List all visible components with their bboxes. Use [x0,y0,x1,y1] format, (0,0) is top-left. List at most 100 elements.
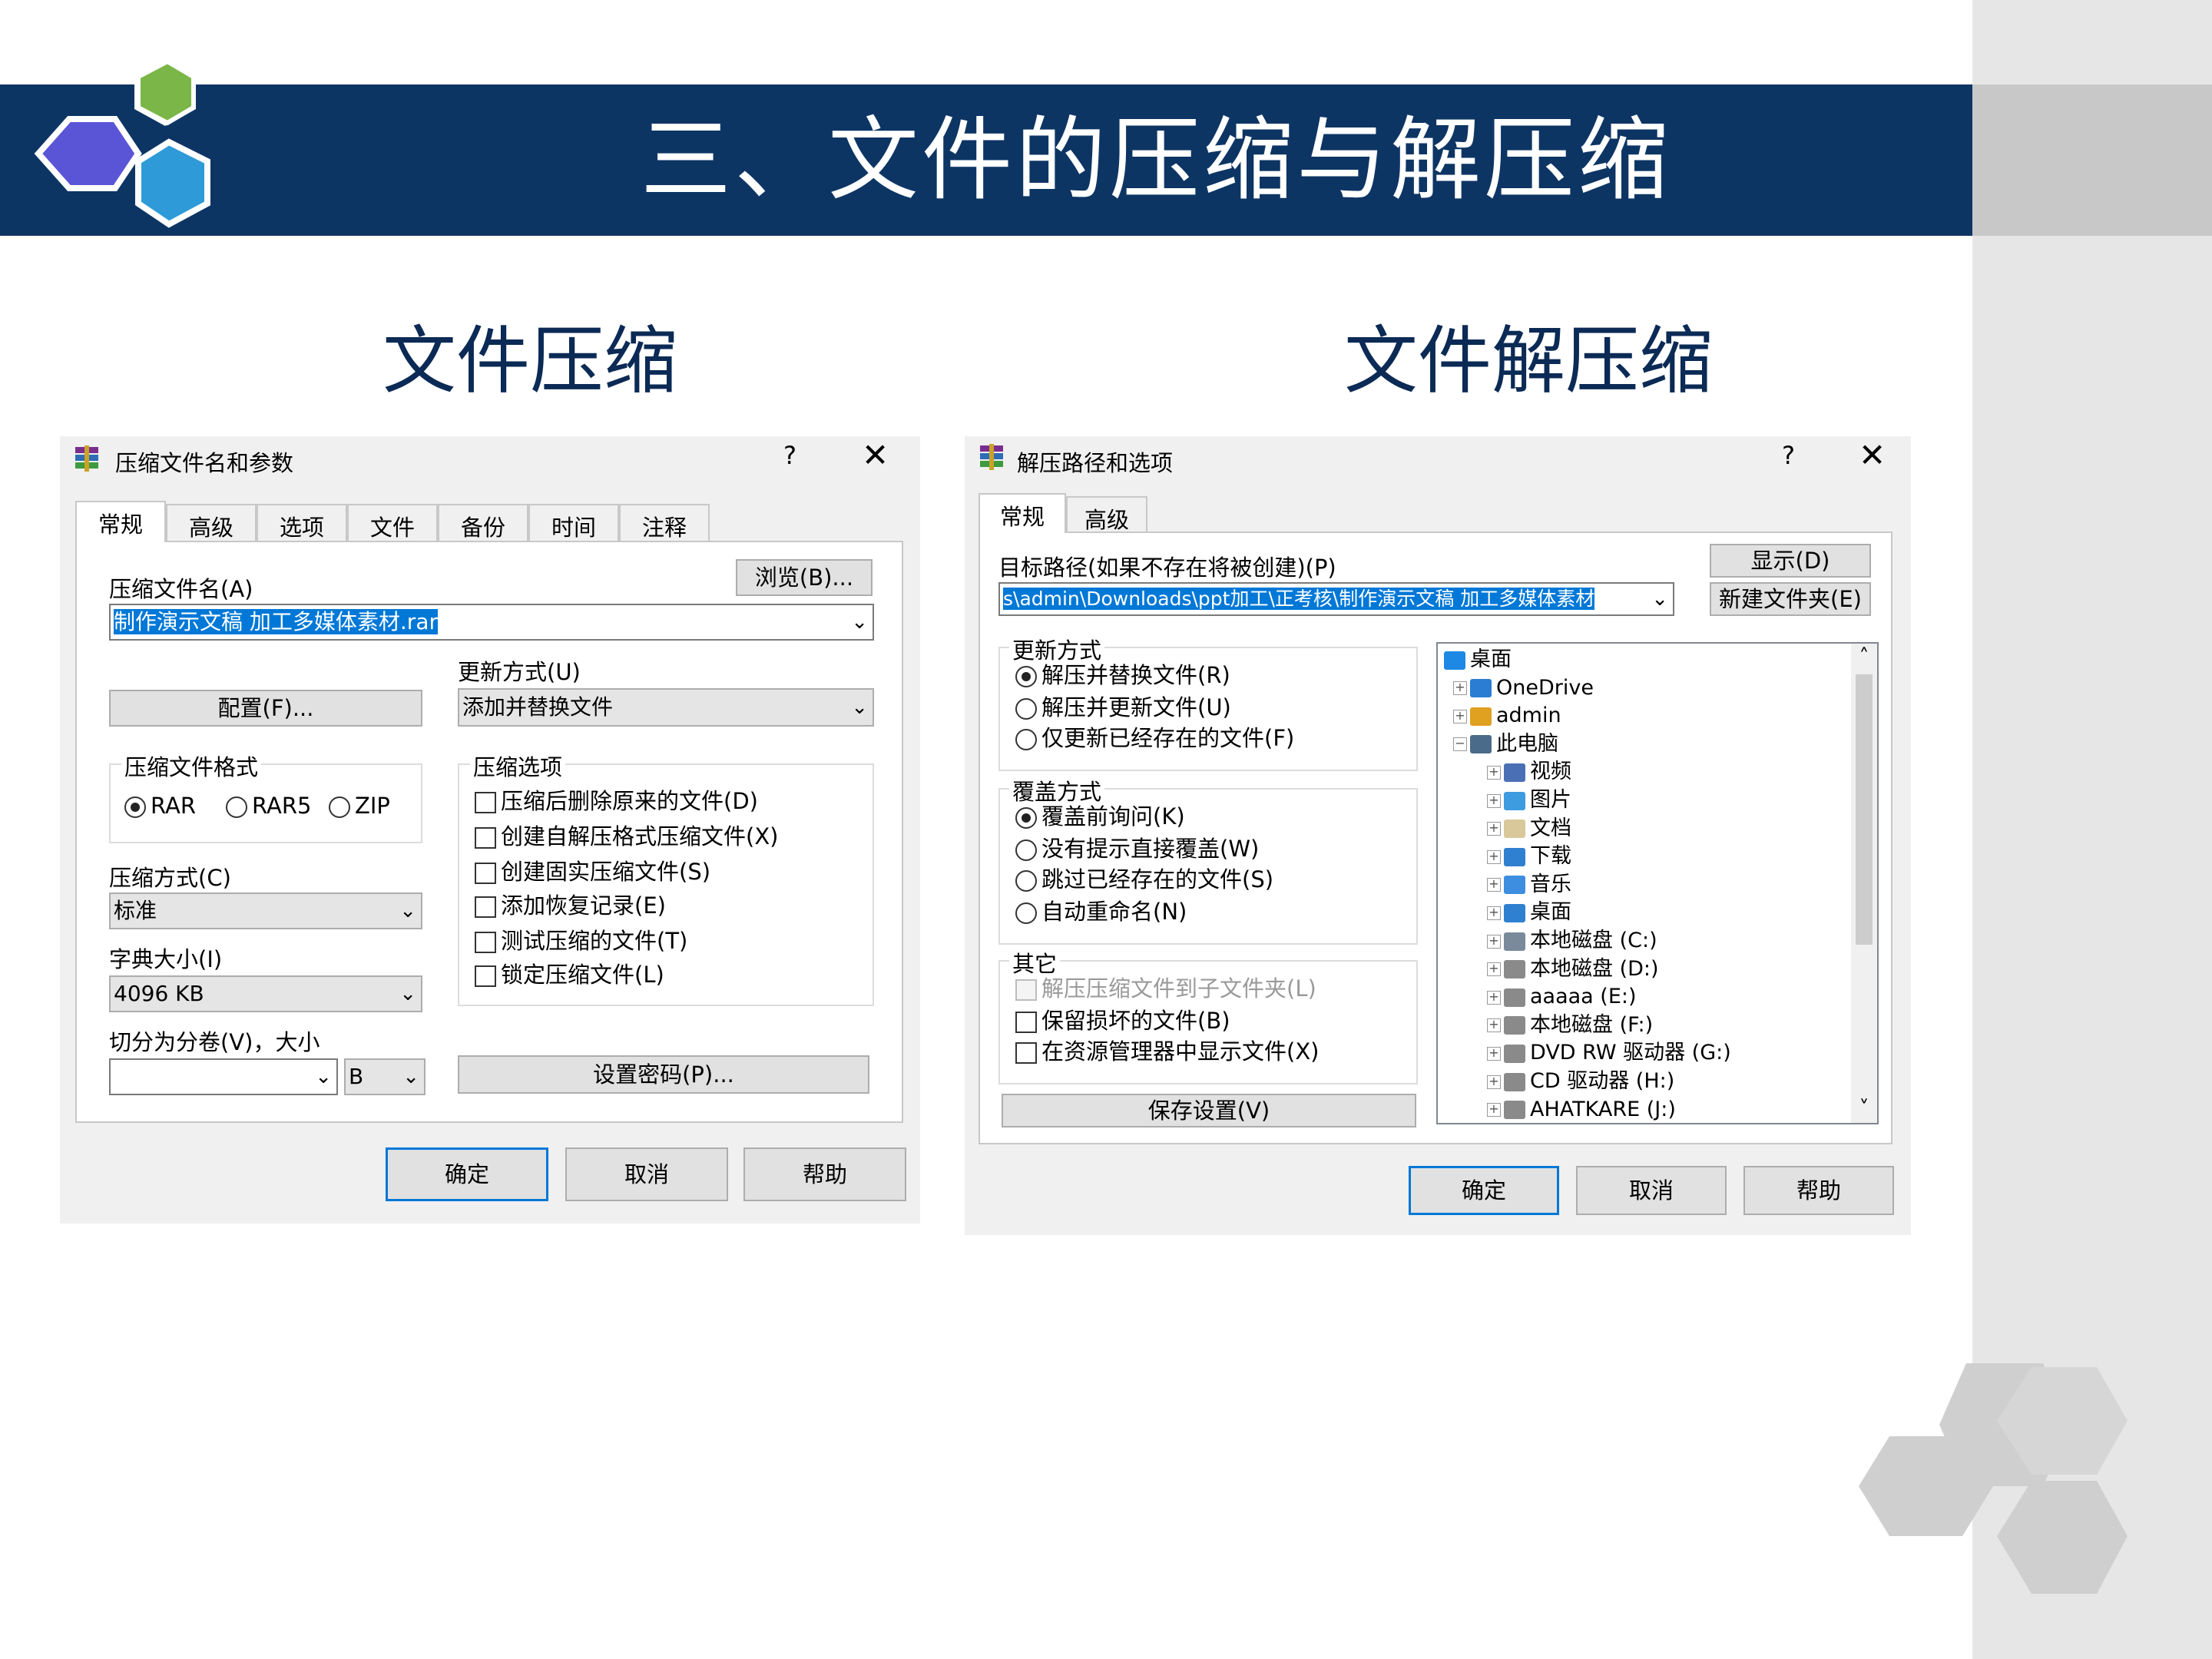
ok-button[interactable]: 确定 [386,1147,548,1201]
radio-icon [226,796,247,818]
expand-icon[interactable]: + [1453,709,1467,724]
scroll-down-icon[interactable]: ˅ [1851,1098,1877,1123]
tab-comment[interactable]: 注释 [619,504,710,542]
tree-node-label: OneDrive [1496,675,1594,700]
cancel-button[interactable]: 取消 [565,1147,728,1201]
tree-root-desktop[interactable]: 桌面 [1444,647,1512,673]
tab-backup[interactable]: 备份 [438,504,528,542]
tree-node[interactable]: + AHATKARE (J:) [1487,1097,1676,1123]
tree-node[interactable]: + 本地磁盘 (C:) [1487,928,1657,954]
show-button[interactable]: 显示(D) [1710,544,1871,578]
split-unit-select[interactable]: B ⌄ [344,1058,426,1095]
expand-icon[interactable]: + [1487,1018,1501,1033]
ok-button[interactable]: 确定 [1409,1166,1559,1215]
option-lock[interactable]: 锁定压缩文件(L) [475,962,664,988]
archive-name-combo[interactable]: 制作演示文稿 加工多媒体素材.rar ⌄ [109,604,874,641]
tree-node[interactable]: + 图片 [1487,787,1571,813]
compress-titlebar: 压缩文件名和参数 ? ✕ [60,436,920,481]
tree-node[interactable]: + 视频 [1487,759,1571,785]
expand-icon[interactable]: + [1487,822,1501,836]
overwrite-skip-radio[interactable]: 跳过已经存在的文件(S) [1015,866,1273,892]
update-fresh-radio[interactable]: 仅更新已经存在的文件(F) [1015,725,1294,751]
expand-icon[interactable]: + [1487,1103,1501,1118]
split-size-input[interactable]: ⌄ [109,1058,338,1095]
tree-node[interactable]: + 音乐 [1487,872,1571,898]
tree-node[interactable]: + CD 驱动器 (H:) [1487,1068,1674,1094]
tree-node[interactable]: − 此电脑 [1453,731,1558,757]
tree-node[interactable]: + 本地磁盘 (D:) [1487,956,1659,982]
overwrite-without-prompt-radio[interactable]: 没有提示直接覆盖(W) [1015,836,1259,862]
dest-path-combo[interactable]: s\admin\Downloads\ppt加工\正考核\制作演示文稿 加工多媒体… [998,582,1674,616]
option-label: 在资源管理器中显示文件(X) [1041,1038,1320,1065]
expand-icon[interactable]: + [1487,878,1501,892]
expand-icon[interactable]: + [1487,1046,1501,1061]
tree-node[interactable]: + DVD RW 驱动器 (G:) [1487,1040,1731,1066]
method-select[interactable]: 标准 ⌄ [109,892,422,929]
update-update-radio[interactable]: 解压并更新文件(U) [1015,694,1231,720]
desktop-icon [1444,651,1465,670]
help-button[interactable]: 帮助 [1743,1166,1894,1215]
expand-icon[interactable]: + [1453,681,1467,696]
tab-general[interactable]: 常规 [979,493,1066,533]
expand-icon[interactable]: + [1487,793,1501,808]
set-password-button[interactable]: 设置密码(P)... [458,1055,869,1094]
format-zip-radio[interactable]: ZIP [329,793,390,819]
cancel-button[interactable]: 取消 [1576,1166,1727,1215]
tab-files[interactable]: 文件 [347,504,438,542]
overwrite-rename-radio[interactable]: 自动重命名(N) [1015,899,1187,925]
tree-node-label: 视频 [1530,760,1571,784]
close-icon[interactable]: ✕ [1859,436,1886,474]
close-icon[interactable]: ✕ [862,436,889,474]
update-replace-radio[interactable]: 解压并替换文件(R) [1015,662,1230,688]
update-mode-select[interactable]: 添加并替换文件 ⌄ [458,688,874,727]
tree-node[interactable]: + 文档 [1487,816,1571,842]
drive-icon [1504,1101,1525,1120]
tree-node[interactable]: + 桌面 [1487,899,1571,926]
extract-to-subfolder-checkbox: 解压压缩文件到子文件夹(L) [1015,975,1316,1002]
expand-icon[interactable]: + [1487,962,1501,977]
option-solid[interactable]: 创建固实压缩文件(S) [475,859,710,885]
expand-icon[interactable]: + [1487,934,1501,949]
new-folder-button[interactable]: 新建文件夹(E) [1710,582,1871,616]
expand-icon[interactable]: + [1487,849,1501,864]
tree-node[interactable]: + admin [1453,703,1561,729]
browse-button[interactable]: 浏览(B)... [736,559,873,596]
format-rar-radio[interactable]: RAR [124,793,196,819]
tree-node-label: aaaaa (E:) [1530,985,1637,1009]
expand-icon[interactable]: + [1487,765,1501,780]
tree-scrollbar[interactable]: ˄ ˅ [1851,644,1877,1123]
scroll-up-icon[interactable]: ˄ [1851,644,1877,668]
extract-titlebar: 解压路径和选项 ? ✕ [965,436,1911,481]
side-strip-banner [1972,84,2212,236]
tree-node[interactable]: + aaaaa (E:) [1487,984,1637,1010]
expand-icon[interactable]: + [1487,1075,1501,1089]
help-title-button[interactable]: ? [783,441,796,470]
expand-icon[interactable]: + [1487,990,1501,1005]
keep-broken-checkbox[interactable]: 保留损坏的文件(B) [1015,1008,1230,1034]
option-recovery[interactable]: 添加恢复记录(E) [475,892,666,919]
dict-select[interactable]: 4096 KB ⌄ [109,975,422,1012]
folder-tree[interactable]: 桌面 + OneDrive + admin − 此电脑 + 视频 + 图片 + 文档 + 下载 + 音乐 + 桌面 +… [1436,642,1879,1124]
scroll-thumb[interactable] [1856,674,1873,945]
expand-icon[interactable]: + [1487,906,1501,920]
format-rar5-radio[interactable]: RAR5 [226,793,311,819]
option-delete-after[interactable]: 压缩后删除原来的文件(D) [475,788,758,814]
tree-node[interactable]: + 下载 [1487,843,1571,869]
tab-options[interactable]: 选项 [257,504,347,542]
pictures-folder-icon [1504,791,1525,810]
tab-time[interactable]: 时间 [528,504,619,542]
show-in-explorer-checkbox[interactable]: 在资源管理器中显示文件(X) [1015,1038,1320,1065]
expand-icon[interactable]: − [1453,737,1467,752]
help-title-button[interactable]: ? [1782,441,1795,470]
overwrite-ask-radio[interactable]: 覆盖前询问(K) [1015,803,1185,830]
tab-advanced[interactable]: 高级 [1066,496,1147,533]
option-sfx[interactable]: 创建自解压格式压缩文件(X) [475,823,779,849]
tab-general[interactable]: 常规 [75,501,166,542]
profiles-button[interactable]: 配置(F)... [109,690,422,727]
help-button[interactable]: 帮助 [743,1147,906,1201]
save-settings-button[interactable]: 保存设置(V) [1002,1094,1416,1128]
tree-node[interactable]: + 本地磁盘 (F:) [1487,1012,1653,1038]
option-test[interactable]: 测试压缩的文件(T) [475,928,687,954]
tree-node[interactable]: + OneDrive [1453,675,1594,701]
tab-advanced[interactable]: 高级 [166,504,257,542]
